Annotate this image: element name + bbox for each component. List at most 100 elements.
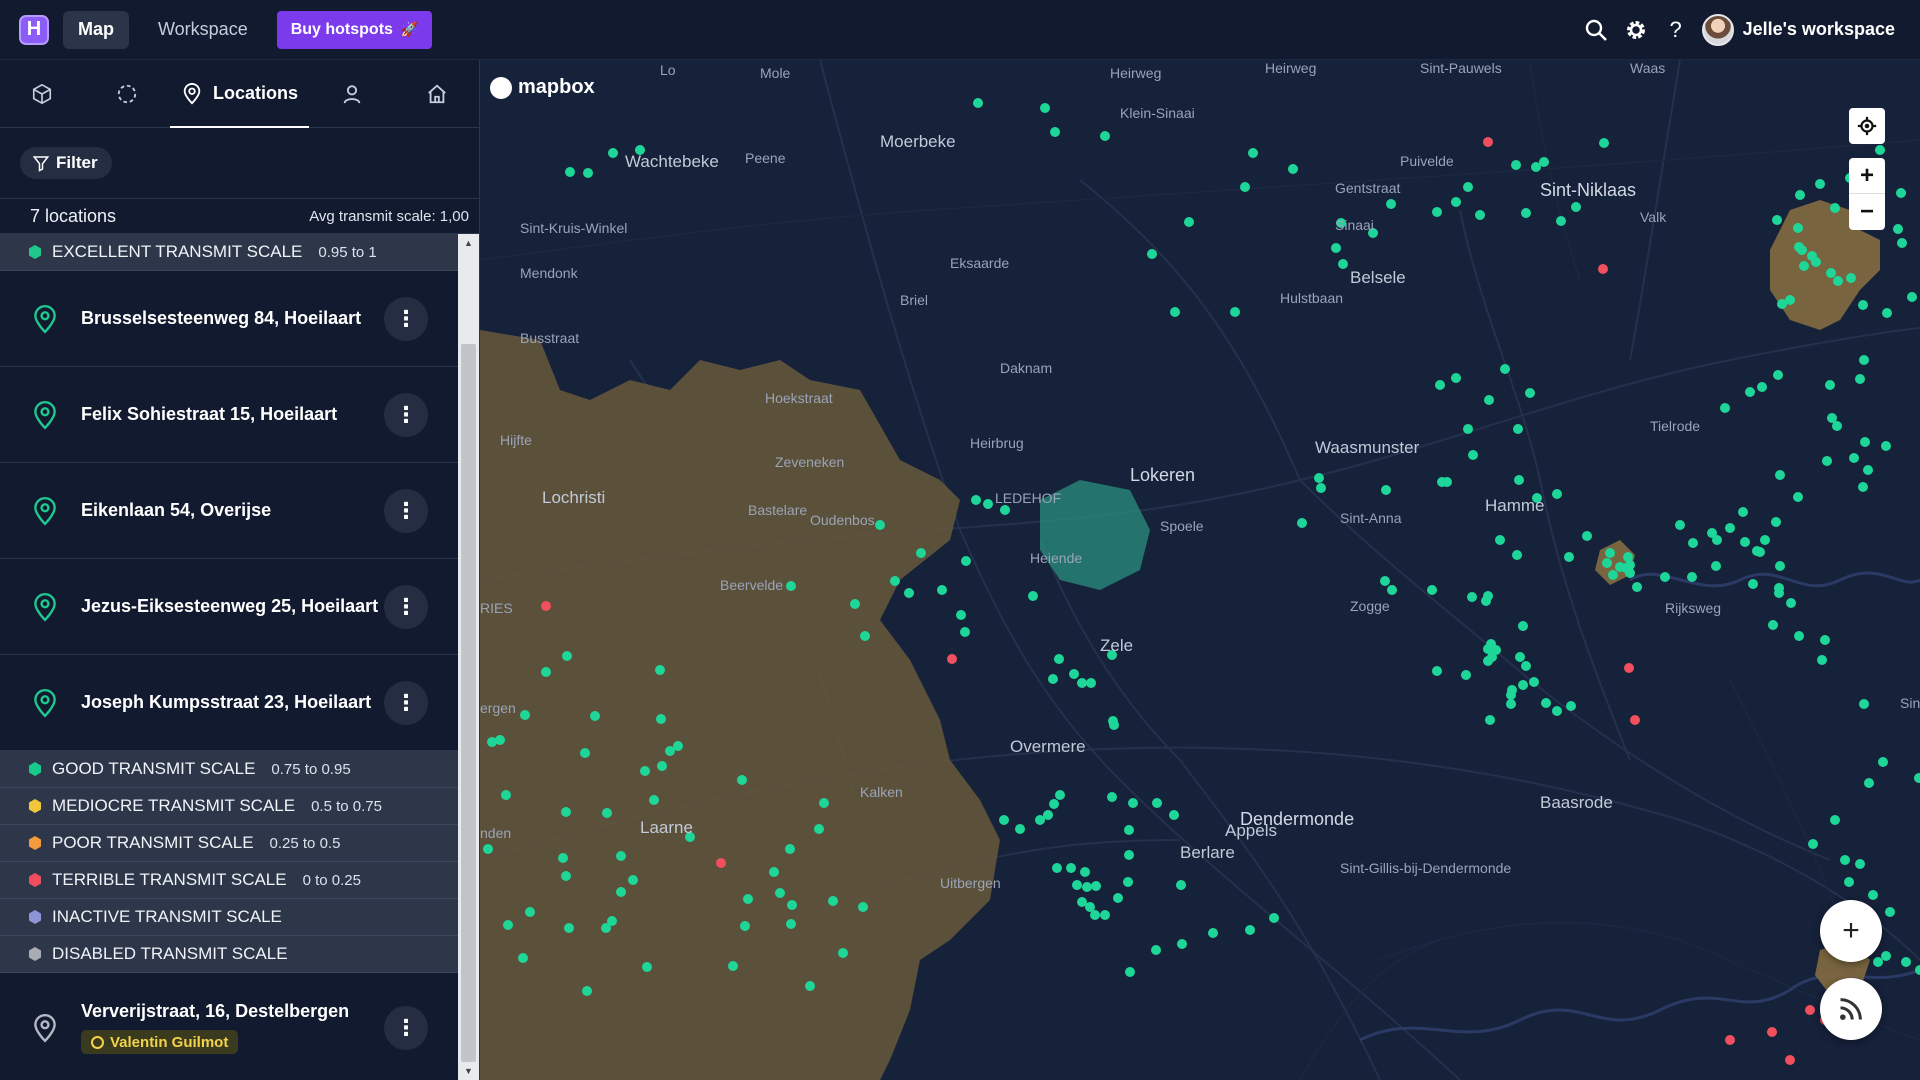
hotspot-marker[interactable] (1833, 276, 1843, 286)
hotspot-marker[interactable] (1475, 210, 1485, 220)
more-options-button[interactable]: ⋮ (384, 488, 428, 533)
hotspot-marker[interactable] (1793, 492, 1803, 502)
hotspot-marker[interactable] (1582, 531, 1592, 541)
hotspot-marker[interactable] (1775, 561, 1785, 571)
hotspot-marker[interactable] (1437, 477, 1447, 487)
hotspot-marker[interactable] (716, 858, 726, 868)
hotspot-marker[interactable] (1054, 654, 1064, 664)
hotspot-marker[interactable] (1049, 799, 1059, 809)
hotspot-marker[interactable] (1881, 441, 1891, 451)
hotspot-marker[interactable] (1511, 160, 1521, 170)
hotspot-marker[interactable] (1100, 910, 1110, 920)
hotspot-marker[interactable] (971, 495, 981, 505)
hotspot-marker[interactable] (1832, 421, 1842, 431)
hotspot-marker[interactable] (1687, 572, 1697, 582)
filter-button[interactable]: Filter (20, 147, 112, 179)
hotspot-marker[interactable] (785, 844, 795, 854)
hotspot-marker[interactable] (1123, 877, 1133, 887)
group-excellent[interactable]: EXCELLENT TRANSMIT SCALE 0.95 to 1 (0, 234, 458, 271)
hotspot-marker[interactable] (1015, 824, 1025, 834)
hotspot-marker[interactable] (1771, 517, 1781, 527)
gear-icon[interactable] (1616, 10, 1656, 50)
hotspot-marker[interactable] (860, 631, 870, 641)
hotspot-marker[interactable] (1878, 757, 1888, 767)
hotspot-marker[interactable] (875, 520, 885, 530)
hotspot-marker[interactable] (1608, 570, 1618, 580)
hotspot-marker[interactable] (1184, 217, 1194, 227)
hotspot-marker[interactable] (1269, 913, 1279, 923)
hotspot-marker[interactable] (1660, 572, 1670, 582)
hotspot-marker[interactable] (999, 815, 1009, 825)
hotspot-marker[interactable] (786, 581, 796, 591)
hotspot-marker[interactable] (1113, 893, 1123, 903)
hotspot-marker[interactable] (1855, 374, 1865, 384)
hotspot-marker[interactable] (1885, 907, 1895, 917)
hotspot-marker[interactable] (973, 98, 983, 108)
hotspot-marker[interactable] (1208, 928, 1218, 938)
hotspot-marker[interactable] (1896, 188, 1906, 198)
hotspot-marker[interactable] (1432, 207, 1442, 217)
hotspot-marker[interactable] (1297, 518, 1307, 528)
hotspot-marker[interactable] (1624, 663, 1634, 673)
hotspot-marker[interactable] (1875, 145, 1885, 155)
hotspot-marker[interactable] (1069, 669, 1079, 679)
hotspot-marker[interactable] (1712, 535, 1722, 545)
hotspot-marker[interactable] (656, 714, 666, 724)
hotspot-marker[interactable] (1461, 670, 1471, 680)
hotspot-marker[interactable] (1125, 967, 1135, 977)
zoom-control[interactable]: + − (1849, 158, 1885, 230)
hotspot-marker[interactable] (1028, 591, 1038, 601)
hotspot-marker[interactable] (1901, 957, 1911, 967)
hotspot-marker[interactable] (819, 798, 829, 808)
hotspot-marker[interactable] (1785, 295, 1795, 305)
hotspot-marker[interactable] (1314, 473, 1324, 483)
list-item[interactable]: Eikenlaan 54, Overijse ⋮ (0, 463, 458, 559)
hotspot-marker[interactable] (1675, 520, 1685, 530)
hotspot-marker[interactable] (655, 665, 665, 675)
hotspot-marker[interactable] (649, 795, 659, 805)
more-options-button[interactable]: ⋮ (384, 1005, 428, 1050)
more-options-button[interactable]: ⋮ (384, 584, 428, 629)
hotspot-marker[interactable] (728, 961, 738, 971)
hotspot-marker[interactable] (1914, 773, 1920, 783)
hotspot-marker[interactable] (1623, 552, 1633, 562)
hotspot-marker[interactable] (1506, 699, 1516, 709)
hotspot-marker[interactable] (1767, 1027, 1777, 1037)
hotspot-marker[interactable] (1052, 863, 1062, 873)
hotspot-marker[interactable] (1774, 588, 1784, 598)
hotspot-marker[interactable] (1752, 546, 1762, 556)
geolocate-control[interactable] (1849, 108, 1885, 144)
hotspot-marker[interactable] (590, 711, 600, 721)
hotspot-marker[interactable] (1485, 715, 1495, 725)
hotspot-marker[interactable] (1602, 558, 1612, 568)
hotspot-marker[interactable] (737, 775, 747, 785)
hotspot-marker[interactable] (1435, 380, 1445, 390)
hotspot-marker[interactable] (608, 148, 618, 158)
hotspot-marker[interactable] (1552, 706, 1562, 716)
search-icon[interactable] (1576, 10, 1616, 50)
scroll-up-arrow[interactable]: ▲ (458, 234, 479, 252)
tab-users[interactable] (309, 60, 394, 127)
hotspot-marker[interactable] (1881, 951, 1891, 961)
tab-home[interactable] (394, 60, 479, 127)
hotspot-marker[interactable] (1768, 620, 1778, 630)
hotspot-marker[interactable] (1571, 202, 1581, 212)
hotspot-marker[interactable] (1381, 485, 1391, 495)
rss-button[interactable] (1820, 978, 1882, 1040)
hotspot-marker[interactable] (1463, 424, 1473, 434)
hotspot-marker[interactable] (1468, 450, 1478, 460)
nav-map[interactable]: Map (63, 10, 129, 49)
hotspot-marker[interactable] (1786, 598, 1796, 608)
hotspot-marker[interactable] (1893, 224, 1903, 234)
hotspot-marker[interactable] (558, 853, 568, 863)
hotspot-marker[interactable] (1387, 585, 1397, 595)
hotspot-marker[interactable] (1811, 257, 1821, 267)
help-icon[interactable]: ? (1656, 10, 1696, 50)
hotspot-marker[interactable] (1169, 810, 1179, 820)
tab-hotspots[interactable] (0, 60, 85, 127)
hotspot-marker[interactable] (1331, 243, 1341, 253)
hotspot-marker[interactable] (1844, 877, 1854, 887)
hotspot-marker[interactable] (1725, 523, 1735, 533)
hotspot-marker[interactable] (1521, 661, 1531, 671)
hotspot-marker[interactable] (580, 748, 590, 758)
